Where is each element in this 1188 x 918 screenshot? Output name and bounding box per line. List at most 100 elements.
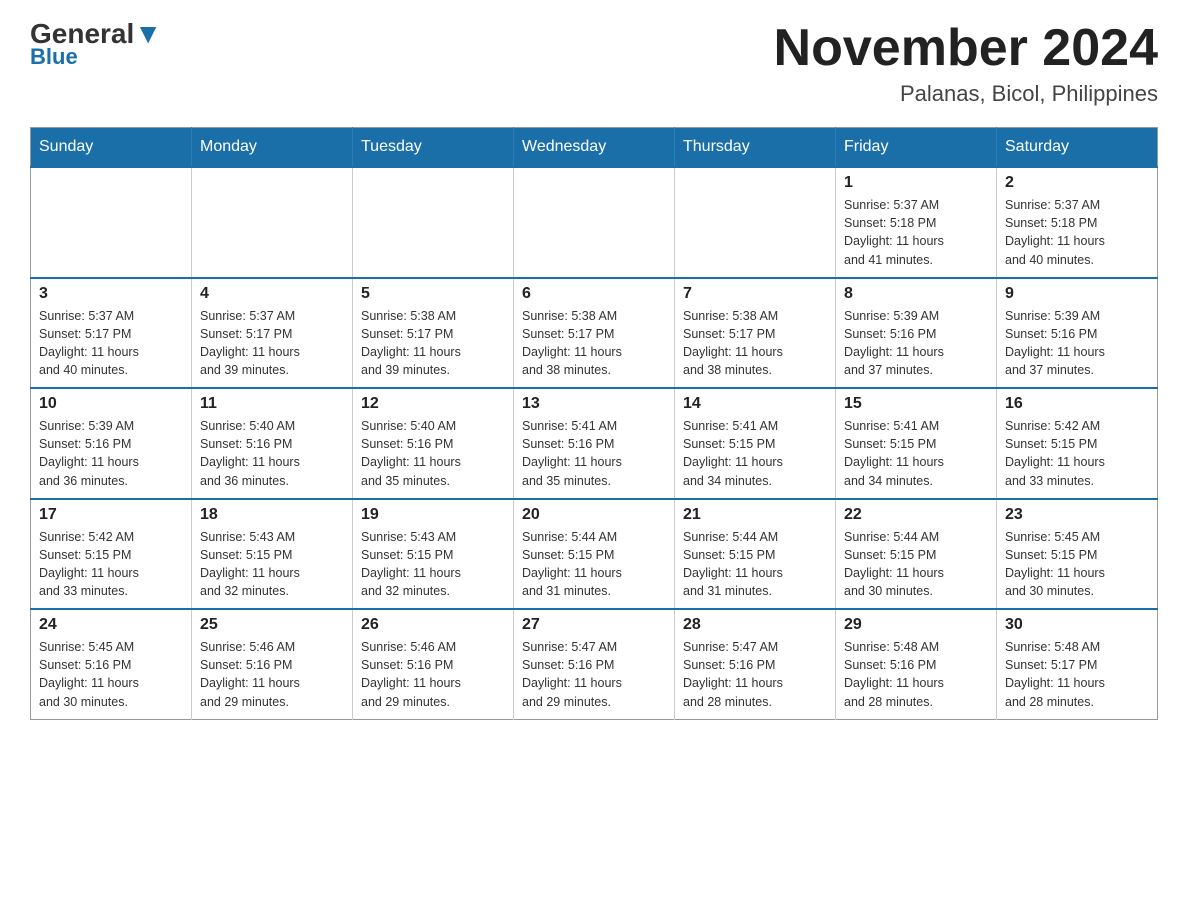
weekday-header-sunday: Sunday — [31, 128, 192, 168]
day-number: 27 — [522, 616, 666, 634]
weekday-header-row: SundayMondayTuesdayWednesdayThursdayFrid… — [31, 128, 1158, 168]
day-info: Sunrise: 5:47 AM Sunset: 5:16 PM Dayligh… — [683, 638, 827, 711]
day-number: 12 — [361, 395, 505, 413]
day-number: 22 — [844, 506, 988, 524]
calendar-cell: 10Sunrise: 5:39 AM Sunset: 5:16 PM Dayli… — [31, 388, 192, 499]
day-info: Sunrise: 5:46 AM Sunset: 5:16 PM Dayligh… — [361, 638, 505, 711]
calendar-cell — [675, 167, 836, 278]
calendar-cell: 27 Sunrise: 5:47 AM Sunset: 5:16 PM Dayli… — [514, 609, 675, 719]
day-number: 23 — [1005, 506, 1149, 524]
calendar-cell: 7 Sunrise: 5:38 AM Sunset: 5:17 PM Daylig… — [675, 278, 836, 389]
day-info: Sunrise: 5:37 AM Sunset: 5:17 PM Dayligh… — [39, 307, 183, 380]
calendar-cell: 20Sunrise: 5:44 AM Sunset: 5:15 PM Dayli… — [514, 499, 675, 610]
title-section: November 2024 Palanas, Bicol, Philippine… — [774, 20, 1158, 107]
day-number: 10 — [39, 395, 183, 413]
day-info: Sunrise: 5:41 AM Sunset: 5:15 PM Dayligh… — [844, 417, 988, 490]
calendar-cell: 26 Sunrise: 5:46 AM Sunset: 5:16 PM Dayli… — [353, 609, 514, 719]
calendar-cell: 3 Sunrise: 5:37 AM Sunset: 5:17 PM Daylig… — [31, 278, 192, 389]
day-number: 17 — [39, 506, 183, 524]
day-number: 2 — [1005, 174, 1149, 192]
calendar-cell — [31, 167, 192, 278]
day-number: 24 — [39, 616, 183, 634]
day-number: 7 — [683, 285, 827, 303]
day-number: 15 — [844, 395, 988, 413]
calendar-week-row: 17Sunrise: 5:42 AM Sunset: 5:15 PM Dayli… — [31, 499, 1158, 610]
calendar-week-row: 1 Sunrise: 5:37 AM Sunset: 5:18 PM Daylig… — [31, 167, 1158, 278]
calendar-header: SundayMondayTuesdayWednesdayThursdayFrid… — [31, 128, 1158, 168]
day-info: Sunrise: 5:43 AM Sunset: 5:15 PM Dayligh… — [361, 528, 505, 601]
day-info: Sunrise: 5:37 AM Sunset: 5:17 PM Dayligh… — [200, 307, 344, 380]
day-info: Sunrise: 5:45 AM Sunset: 5:16 PM Dayligh… — [39, 638, 183, 711]
calendar-cell — [192, 167, 353, 278]
logo-triangle-icon: ▼ — [134, 18, 162, 49]
day-number: 9 — [1005, 285, 1149, 303]
day-number: 3 — [39, 285, 183, 303]
calendar-cell: 30Sunrise: 5:48 AM Sunset: 5:17 PM Dayli… — [997, 609, 1158, 719]
calendar-cell: 5Sunrise: 5:38 AM Sunset: 5:17 PM Daylig… — [353, 278, 514, 389]
day-number: 29 — [844, 616, 988, 634]
calendar-cell: 6 Sunrise: 5:38 AM Sunset: 5:17 PM Daylig… — [514, 278, 675, 389]
calendar-cell: 28 Sunrise: 5:47 AM Sunset: 5:16 PM Dayli… — [675, 609, 836, 719]
day-info: Sunrise: 5:44 AM Sunset: 5:15 PM Dayligh… — [844, 528, 988, 601]
weekday-header-friday: Friday — [836, 128, 997, 168]
day-number: 8 — [844, 285, 988, 303]
logo-blue-text: Blue — [30, 44, 78, 70]
day-number: 4 — [200, 285, 344, 303]
day-info: Sunrise: 5:46 AM Sunset: 5:16 PM Dayligh… — [200, 638, 344, 711]
day-info: Sunrise: 5:44 AM Sunset: 5:15 PM Dayligh… — [522, 528, 666, 601]
day-info: Sunrise: 5:41 AM Sunset: 5:15 PM Dayligh… — [683, 417, 827, 490]
calendar-cell: 14 Sunrise: 5:41 AM Sunset: 5:15 PM Dayli… — [675, 388, 836, 499]
day-number: 25 — [200, 616, 344, 634]
day-info: Sunrise: 5:41 AM Sunset: 5:16 PM Dayligh… — [522, 417, 666, 490]
day-number: 21 — [683, 506, 827, 524]
day-number: 16 — [1005, 395, 1149, 413]
day-number: 1 — [844, 174, 988, 192]
calendar-cell: 24 Sunrise: 5:45 AM Sunset: 5:16 PM Dayli… — [31, 609, 192, 719]
day-info: Sunrise: 5:40 AM Sunset: 5:16 PM Dayligh… — [200, 417, 344, 490]
calendar-cell: 25 Sunrise: 5:46 AM Sunset: 5:16 PM Dayli… — [192, 609, 353, 719]
calendar-cell: 2 Sunrise: 5:37 AM Sunset: 5:18 PM Daylig… — [997, 167, 1158, 278]
calendar-cell: 13Sunrise: 5:41 AM Sunset: 5:16 PM Dayli… — [514, 388, 675, 499]
calendar-cell: 21 Sunrise: 5:44 AM Sunset: 5:15 PM Dayli… — [675, 499, 836, 610]
day-info: Sunrise: 5:44 AM Sunset: 5:15 PM Dayligh… — [683, 528, 827, 601]
day-info: Sunrise: 5:39 AM Sunset: 5:16 PM Dayligh… — [844, 307, 988, 380]
day-number: 14 — [683, 395, 827, 413]
day-number: 18 — [200, 506, 344, 524]
day-number: 26 — [361, 616, 505, 634]
day-info: Sunrise: 5:42 AM Sunset: 5:15 PM Dayligh… — [1005, 417, 1149, 490]
day-info: Sunrise: 5:37 AM Sunset: 5:18 PM Dayligh… — [844, 196, 988, 269]
day-info: Sunrise: 5:48 AM Sunset: 5:17 PM Dayligh… — [1005, 638, 1149, 711]
day-number: 28 — [683, 616, 827, 634]
calendar-cell: 15 Sunrise: 5:41 AM Sunset: 5:15 PM Dayli… — [836, 388, 997, 499]
day-info: Sunrise: 5:47 AM Sunset: 5:16 PM Dayligh… — [522, 638, 666, 711]
calendar-cell — [353, 167, 514, 278]
page-header: General▼ Blue November 2024 Palanas, Bic… — [30, 20, 1158, 107]
calendar-cell: 9 Sunrise: 5:39 AM Sunset: 5:16 PM Daylig… — [997, 278, 1158, 389]
weekday-header-saturday: Saturday — [997, 128, 1158, 168]
calendar-cell: 11 Sunrise: 5:40 AM Sunset: 5:16 PM Dayli… — [192, 388, 353, 499]
day-info: Sunrise: 5:39 AM Sunset: 5:16 PM Dayligh… — [1005, 307, 1149, 380]
calendar-cell: 22 Sunrise: 5:44 AM Sunset: 5:15 PM Dayli… — [836, 499, 997, 610]
day-info: Sunrise: 5:38 AM Sunset: 5:17 PM Dayligh… — [683, 307, 827, 380]
calendar-week-row: 3 Sunrise: 5:37 AM Sunset: 5:17 PM Daylig… — [31, 278, 1158, 389]
calendar-table: SundayMondayTuesdayWednesdayThursdayFrid… — [30, 127, 1158, 720]
calendar-cell: 1 Sunrise: 5:37 AM Sunset: 5:18 PM Daylig… — [836, 167, 997, 278]
calendar-body: 1 Sunrise: 5:37 AM Sunset: 5:18 PM Daylig… — [31, 167, 1158, 719]
day-info: Sunrise: 5:40 AM Sunset: 5:16 PM Dayligh… — [361, 417, 505, 490]
day-info: Sunrise: 5:48 AM Sunset: 5:16 PM Dayligh… — [844, 638, 988, 711]
calendar-cell: 23Sunrise: 5:45 AM Sunset: 5:15 PM Dayli… — [997, 499, 1158, 610]
day-number: 6 — [522, 285, 666, 303]
day-number: 19 — [361, 506, 505, 524]
calendar-cell: 16 Sunrise: 5:42 AM Sunset: 5:15 PM Dayli… — [997, 388, 1158, 499]
day-info: Sunrise: 5:37 AM Sunset: 5:18 PM Dayligh… — [1005, 196, 1149, 269]
logo: General▼ Blue — [30, 20, 162, 70]
day-info: Sunrise: 5:38 AM Sunset: 5:17 PM Dayligh… — [361, 307, 505, 380]
weekday-header-wednesday: Wednesday — [514, 128, 675, 168]
calendar-cell: 12 Sunrise: 5:40 AM Sunset: 5:16 PM Dayli… — [353, 388, 514, 499]
weekday-header-tuesday: Tuesday — [353, 128, 514, 168]
day-number: 11 — [200, 395, 344, 413]
day-info: Sunrise: 5:43 AM Sunset: 5:15 PM Dayligh… — [200, 528, 344, 601]
month-year-title: November 2024 — [774, 20, 1158, 77]
calendar-cell: 29 Sunrise: 5:48 AM Sunset: 5:16 PM Dayli… — [836, 609, 997, 719]
day-info: Sunrise: 5:38 AM Sunset: 5:17 PM Dayligh… — [522, 307, 666, 380]
